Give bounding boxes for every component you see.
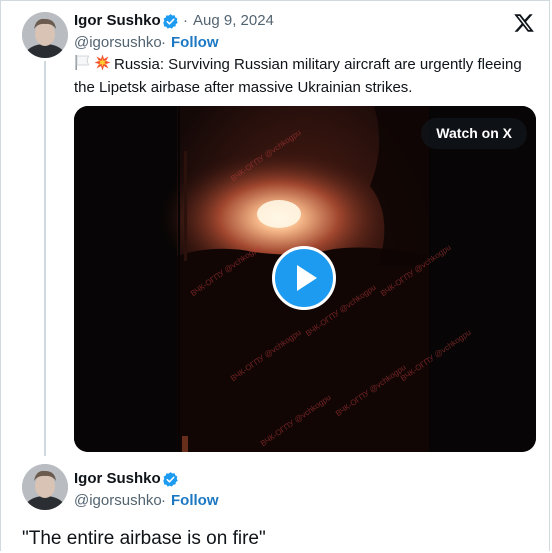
white-flag-icon bbox=[74, 54, 91, 77]
author-name[interactable]: Igor Sushko bbox=[74, 12, 161, 29]
author-handle[interactable]: @igorsushko bbox=[74, 34, 162, 51]
author-name[interactable]: Igor Sushko bbox=[74, 470, 161, 487]
verified-badge-icon bbox=[163, 472, 178, 487]
avatar[interactable] bbox=[22, 12, 68, 58]
author-handle[interactable]: @igorsushko bbox=[74, 492, 162, 509]
separator-dot: · bbox=[161, 492, 166, 509]
tweet-text: Russia: Surviving Russian military aircr… bbox=[74, 54, 536, 98]
video-player[interactable]: ВЧК-ОГПУ @vchkogpu ВЧК-ОГПУ @vchkogpu ВЧ… bbox=[74, 106, 536, 452]
collision-icon bbox=[94, 54, 111, 77]
separator-dot: · bbox=[161, 34, 166, 51]
x-logo-icon[interactable] bbox=[513, 12, 535, 34]
embedded-tweet-card: Igor Sushko · Aug 9, 2024 @igorsushko · … bbox=[0, 0, 550, 551]
tweet-text: "The entire airbase is on fire" bbox=[22, 528, 266, 549]
play-icon bbox=[297, 265, 317, 291]
thread-connector-line bbox=[44, 61, 46, 456]
tweet-text-content: Russia: Surviving Russian military aircr… bbox=[74, 56, 522, 96]
follow-button[interactable]: Follow bbox=[171, 492, 219, 509]
avatar[interactable] bbox=[22, 464, 68, 510]
watch-on-x-button[interactable]: Watch on X bbox=[421, 118, 527, 149]
follow-button[interactable]: Follow bbox=[171, 34, 219, 51]
verified-badge-icon bbox=[163, 14, 178, 29]
separator-dot: · bbox=[183, 12, 188, 29]
tweet-date[interactable]: Aug 9, 2024 bbox=[193, 12, 274, 29]
play-button[interactable] bbox=[272, 246, 336, 310]
